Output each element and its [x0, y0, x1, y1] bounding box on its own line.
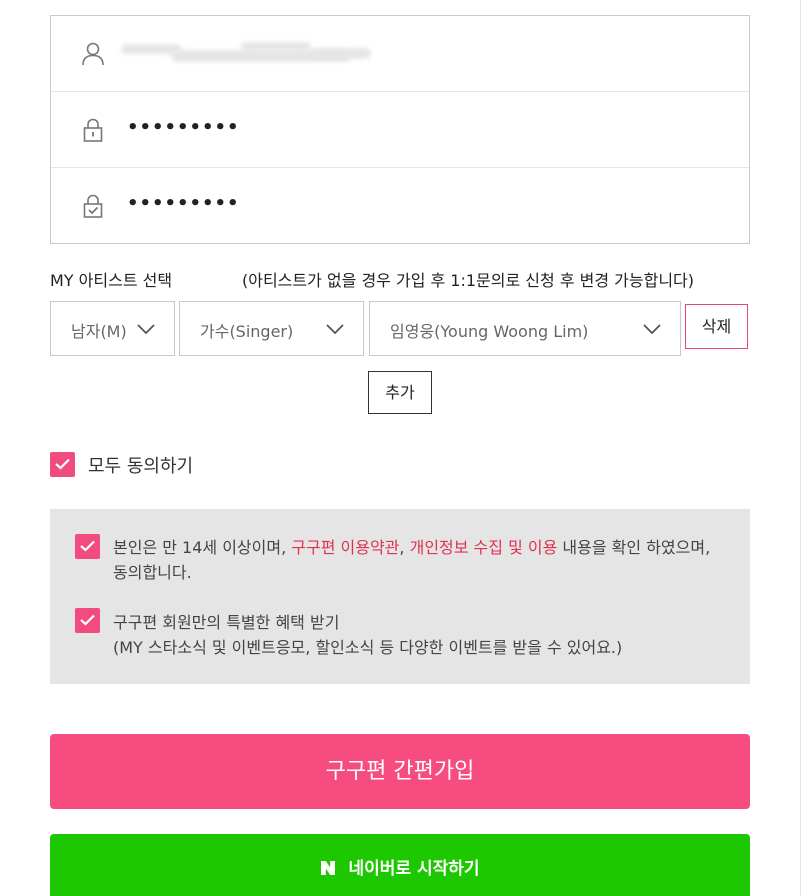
credentials-box: ••••••••• ••••••••• — [50, 15, 750, 244]
terms-text-prefix: 본인은 만 14세 이상이며, — [113, 538, 292, 557]
password-confirm-value: ••••••••• — [127, 193, 240, 214]
password-field[interactable]: ••••••••• — [51, 92, 749, 168]
password-confirm-field[interactable]: ••••••••• — [51, 168, 749, 243]
naver-button-label: 네이버로 시작하기 — [348, 859, 480, 879]
benefits-agree-title: 구구편 회원만의 특별한 혜택 받기 — [113, 613, 340, 632]
chevron-down-icon — [642, 321, 662, 335]
naver-button-content: 네이버로 시작하기 — [50, 854, 750, 879]
terms-agree-text: 본인은 만 14세 이상이며, 구구편 이용약관, 개인정보 수집 및 이용 내… — [113, 535, 725, 585]
artist-note: (아티스트가 없을 경우 가입 후 1:1문의로 신청 후 변경 가능합니다) — [242, 271, 695, 290]
benefits-agree-description: (MY 스타소식 및 이벤트응모, 할인소식 등 다양한 이벤트를 받을 수 있… — [113, 638, 623, 657]
gender-select[interactable]: 남자(M) — [50, 301, 175, 356]
checkmark-icon — [55, 458, 70, 470]
blurred-id-value — [121, 40, 371, 64]
artist-name-select-value: 임영웅(Young Woong Lim) — [390, 322, 589, 341]
chevron-down-icon — [136, 321, 156, 335]
id-field[interactable] — [51, 16, 749, 92]
password-value: ••••••••• — [127, 117, 240, 138]
delete-artist-button[interactable]: 삭제 — [685, 304, 748, 349]
terms-text-separator: , — [399, 538, 410, 557]
artist-type-select[interactable]: 가수(Singer) — [179, 301, 364, 356]
naver-login-button[interactable]: 네이버로 시작하기 — [50, 834, 750, 896]
privacy-policy-link[interactable]: 개인정보 수집 및 이용 — [410, 538, 558, 557]
naver-logo-icon — [320, 860, 336, 876]
agree-all-label[interactable]: 모두 동의하기 — [88, 452, 193, 478]
checkmark-icon — [80, 540, 95, 552]
artist-type-select-value: 가수(Singer) — [200, 322, 294, 341]
lock-check-icon — [79, 192, 107, 220]
my-artist-label: MY 아티스트 선택 — [50, 271, 173, 290]
benefits-agree-checkbox[interactable] — [75, 608, 100, 633]
gender-select-value: 남자(M) — [71, 322, 127, 341]
page-right-border — [800, 0, 801, 896]
chevron-down-icon — [325, 321, 345, 335]
terms-of-use-link[interactable]: 구구편 이용약관 — [291, 538, 399, 557]
add-artist-button[interactable]: 추가 — [368, 371, 432, 414]
lock-icon — [79, 116, 107, 144]
terms-agree-checkbox[interactable] — [75, 534, 100, 559]
simple-signup-button[interactable]: 구구편 간편가입 — [50, 734, 750, 809]
checkmark-icon — [80, 614, 95, 626]
agree-all-checkbox[interactable] — [50, 452, 75, 477]
artist-name-select[interactable]: 임영웅(Young Woong Lim) — [369, 301, 681, 356]
user-icon — [79, 40, 107, 68]
